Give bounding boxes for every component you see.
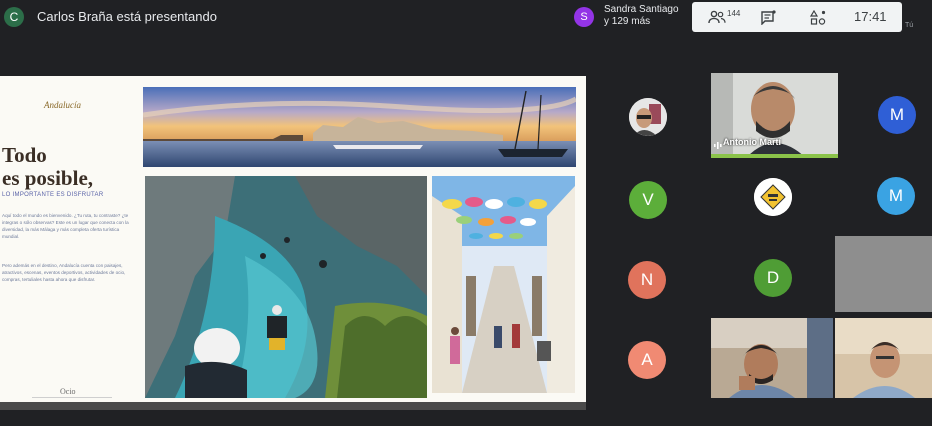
self-view-label: Tú — [905, 22, 914, 29]
participant-avatar-a[interactable]: A — [628, 341, 666, 379]
participant-avatar-v[interactable]: V — [629, 181, 667, 219]
participant-tile-video-1[interactable] — [711, 318, 833, 398]
viewer-name-line1: Sandra Santiago — [604, 4, 679, 15]
shopping-street-photo — [432, 176, 575, 393]
clock: 17:41 — [854, 9, 887, 24]
participant-avatar-d[interactable]: D — [754, 259, 792, 297]
active-speaker-name: Antonio Martí — [723, 137, 781, 147]
slide-subhead: LO IMPORTANTE ES DISFRUTAR — [2, 192, 104, 198]
chat-button[interactable] — [760, 6, 776, 28]
viewer-name-line2: y 129 más — [604, 16, 651, 27]
participant-tile-camera-off[interactable] — [835, 236, 932, 312]
participant-tile-video-2[interactable] — [835, 318, 932, 398]
slide-headline: Todo es posible, — [2, 144, 93, 190]
participant-avatar-n[interactable]: N — [628, 261, 666, 299]
presenting-status: Carlos Braña está presentando — [37, 9, 217, 24]
participant-photo-avatar[interactable] — [629, 98, 667, 136]
chat-icon — [760, 9, 776, 25]
speaking-icon — [714, 137, 722, 155]
participants-button[interactable]: 144 — [708, 6, 740, 28]
canyon-river-photo — [145, 176, 427, 398]
presenter-avatar[interactable]: C — [4, 7, 24, 27]
footer-divider — [32, 397, 112, 398]
participant-logo-avatar[interactable] — [754, 178, 792, 216]
footer-logo: Ocio — [60, 387, 76, 396]
slide-paragraph-1: Aquí todo el mundo es bienvenido. ¿Tu ru… — [2, 213, 129, 239]
harbor-photo — [143, 87, 576, 167]
headline-line1: Todo — [2, 143, 47, 167]
brand-logo: Andalucía — [44, 100, 81, 110]
people-icon — [708, 10, 726, 24]
presentation-bottom-edge — [0, 402, 586, 410]
participants-count: 144 — [727, 8, 741, 18]
activities-button[interactable] — [810, 6, 826, 28]
viewer-avatar[interactable]: S — [574, 7, 594, 27]
speaking-indicator-bar — [711, 154, 838, 158]
shapes-icon — [810, 9, 826, 25]
shared-presentation: Andalucía Todo es posible, LO IMPORTANTE… — [0, 76, 586, 406]
slide-paragraph-2: Pero además en el destino, Andalucía cue… — [2, 263, 126, 282]
top-bar: C Carlos Braña está presentando S Sandra… — [0, 0, 932, 34]
viewer-names: Sandra Santiago y 129 más — [604, 4, 679, 28]
meeting-toolbar: 144 17:41 — [692, 2, 902, 32]
participant-avatar-m1[interactable]: M — [878, 96, 916, 134]
meeting-window: C Carlos Braña está presentando S Sandra… — [0, 0, 932, 426]
participant-avatar-m2[interactable]: M — [877, 177, 915, 215]
headline-line2: es posible, — [2, 166, 94, 190]
participant-tile-active-speaker[interactable]: Antonio Martí — [711, 73, 838, 158]
